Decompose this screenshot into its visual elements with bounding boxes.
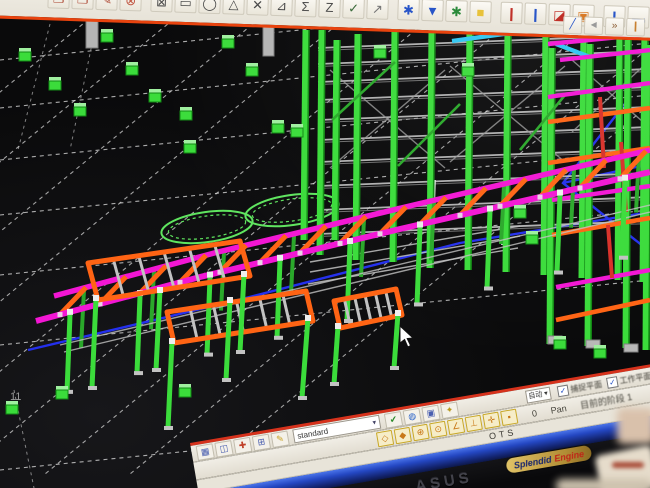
toolbar-icon[interactable]: ▭ (174, 0, 197, 13)
desk-item-red-mark (612, 462, 644, 468)
toolbar-icon[interactable]: ▪ (500, 408, 518, 425)
toolbar-icon[interactable]: ❙ (524, 2, 547, 25)
toolbar-icon[interactable]: ■ (469, 1, 492, 24)
toolbar-icon[interactable]: ✓ (342, 0, 365, 19)
toolbar-icon[interactable]: ✎ (95, 0, 118, 11)
sticker-word-1: Splendid (513, 454, 552, 470)
toolbar-icon[interactable]: ⊠ (150, 0, 173, 13)
toolbar-icon[interactable]: ✱ (445, 0, 468, 22)
sticker-word-2: Engine (553, 448, 584, 463)
toolbar-icon[interactable]: ✎ (270, 430, 289, 448)
monitor-brand-logo: ASUS (414, 469, 474, 488)
toolbar-icon[interactable]: ◇ (376, 430, 394, 447)
toolbar-separator (389, 2, 397, 20)
toolbar-icon[interactable]: ❒ (47, 0, 70, 9)
toolbar-icon[interactable]: » (605, 17, 625, 36)
toolbar-icon[interactable]: ▣ (421, 404, 440, 422)
toolbar-icon[interactable]: ⊥ (465, 415, 483, 432)
pan-mode-indicator[interactable]: Pan (550, 403, 567, 416)
toolbar-icon[interactable]: ◯ (198, 0, 221, 14)
toolbar-separator (142, 0, 150, 12)
toolbar-mini-row: ╱◄»❙ (562, 16, 647, 37)
desk-edge (556, 479, 650, 488)
toolbar-icon[interactable]: ∠ (447, 418, 465, 435)
snap-auto-value: 自动 (528, 389, 543, 401)
snap-plane-checkbox[interactable]: ✓ (557, 384, 570, 397)
toolbar-icon[interactable]: ▼ (421, 0, 444, 22)
selection-filter-value: standard (297, 426, 329, 440)
toolbar-icon[interactable]: Z (318, 0, 341, 18)
toolbar-icon[interactable]: ❒ (71, 0, 94, 10)
toolbar-icon[interactable]: ◆ (394, 427, 412, 444)
toolbar-icon[interactable]: ❙ (500, 2, 523, 25)
toolbar-icon[interactable]: ⊙ (429, 421, 447, 438)
work-plane-label: 工作平面 (619, 370, 650, 386)
toolbar-icon[interactable]: △ (222, 0, 245, 15)
toolbar-icon[interactable]: ⊿ (270, 0, 293, 17)
desk-item (617, 408, 650, 444)
toolbar-icon[interactable]: ❙ (626, 18, 646, 37)
chevron-down-icon: ▾ (544, 389, 549, 397)
mouse-cursor (400, 326, 413, 347)
toolbar-icon[interactable]: ✚ (233, 436, 252, 454)
toolbar-icon[interactable]: ✦ (440, 401, 459, 419)
toolbar-icon[interactable]: ✱ (397, 0, 420, 21)
toolbar-icon[interactable]: ✔ (384, 411, 403, 429)
status-zero: 0 (531, 408, 538, 419)
grid-label: 11 (10, 391, 21, 403)
toolbar-icon[interactable]: ↗ (366, 0, 389, 20)
toolbar-icon[interactable]: ╱ (563, 16, 583, 35)
desk-photo: 37511 ❒❒✎⊗⊠▭◯△✕⊿ΣZ✓↗✱▼✱■❙❙◪▣❙▬⚑╱◄»❚ ╱◄»❙… (0, 0, 650, 488)
toolbar-icon[interactable]: ▦ (196, 443, 215, 461)
snap-auto-combobox[interactable]: 自动 ▾ (524, 386, 551, 403)
snap-plane-label: 捕捉平面 (569, 378, 602, 394)
toolbar-icon[interactable]: ⊞ (252, 433, 271, 451)
toolbar-icon[interactable]: ⊕ (411, 424, 429, 441)
toolbar-icon[interactable]: ◫ (214, 440, 233, 458)
toolbar-icon[interactable]: ✕ (246, 0, 269, 16)
toolbar-icon[interactable]: ◄ (584, 16, 604, 35)
toolbar-icon[interactable]: ⊗ (119, 0, 142, 11)
toolbar-separator (492, 5, 500, 23)
toolbar-icon[interactable]: ✛ (482, 412, 500, 429)
toolbar-icon[interactable]: ◍ (403, 407, 422, 425)
toolbar-icon[interactable]: Σ (294, 0, 317, 17)
work-plane-checkbox[interactable]: ✓ (606, 376, 619, 389)
chevron-down-icon: ▾ (372, 418, 377, 426)
